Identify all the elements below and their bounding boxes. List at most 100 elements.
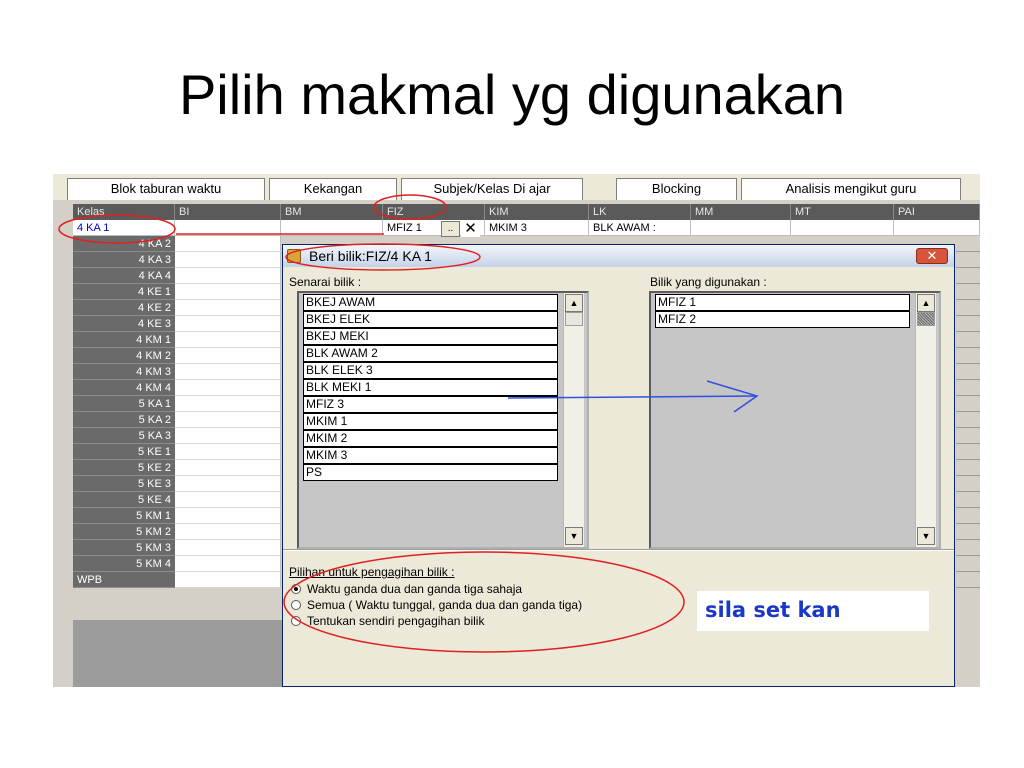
tab-blocking[interactable]: Blocking (616, 178, 737, 200)
tab-analisis-guru[interactable]: Analisis mengikut guru (741, 178, 961, 200)
kim-cell[interactable]: MKIM 3 (485, 220, 589, 236)
grid-line (956, 459, 980, 460)
row-label[interactable]: 4 KE 1 (73, 284, 175, 300)
scroll-thumb[interactable] (565, 312, 583, 326)
tab-blok-taburan-waktu[interactable]: Blok taburan waktu (67, 178, 265, 200)
row-label[interactable]: 4 KM 3 (73, 364, 175, 380)
row-label[interactable]: 5 KA 2 (73, 412, 175, 428)
row-label[interactable]: 5 KE 3 (73, 476, 175, 492)
scroll-thumb[interactable] (917, 312, 935, 326)
grid-cell[interactable] (175, 444, 281, 460)
radio-checked-icon[interactable] (291, 584, 301, 594)
row-label[interactable]: 5 KM 3 (73, 540, 175, 556)
row-label[interactable]: WPB (73, 572, 175, 588)
column-header-bm[interactable]: BM (281, 204, 383, 220)
column-header-pai[interactable]: PAI (894, 204, 980, 220)
grid-cell[interactable] (175, 252, 281, 268)
grid-cell[interactable] (175, 428, 281, 444)
row-label[interactable]: 4 KM 4 (73, 380, 175, 396)
column-header-lk[interactable]: LK (589, 204, 691, 220)
row-label[interactable]: 4 KA 2 (73, 236, 175, 252)
available-rooms-scrollbar[interactable]: ▲ ▼ (563, 293, 584, 547)
list-item[interactable]: BLK AWAM 2 (303, 345, 558, 362)
grid-cell[interactable] (175, 348, 281, 364)
grid-cell[interactable] (175, 508, 281, 524)
row-label[interactable]: 5 KM 4 (73, 556, 175, 572)
list-item[interactable]: MKIM 1 (303, 413, 558, 430)
row-label[interactable]: 4 KE 2 (73, 300, 175, 316)
row-label[interactable]: 5 KM 1 (73, 508, 175, 524)
grid-cell[interactable] (175, 268, 281, 284)
grid-cell[interactable] (175, 556, 281, 572)
grid-cell[interactable] (175, 364, 281, 380)
list-item[interactable]: BKEJ AWAM (303, 294, 558, 311)
list-item[interactable]: BKEJ MEKI (303, 328, 558, 345)
column-header-mm[interactable]: MM (691, 204, 791, 220)
list-item[interactable]: BLK ELEK 3 (303, 362, 558, 379)
row-label[interactable]: 4 KE 3 (73, 316, 175, 332)
list-item[interactable]: BKEJ ELEK (303, 311, 558, 328)
column-header-kelas[interactable]: Kelas (73, 204, 175, 220)
row-label[interactable]: 4 KA 4 (73, 268, 175, 284)
row-label[interactable]: 4 KM 2 (73, 348, 175, 364)
list-item[interactable]: MKIM 3 (303, 447, 558, 464)
option-radio-3[interactable]: Tentukan sendiri pengagihan bilik (291, 613, 484, 629)
column-header-fiz[interactable]: FIZ (383, 204, 485, 220)
row-label[interactable]: 5 KM 2 (73, 524, 175, 540)
grid-cell[interactable] (691, 220, 791, 236)
grid-cell[interactable] (175, 396, 281, 412)
list-item[interactable]: MFIZ 2 (655, 311, 910, 328)
grid-cell[interactable] (175, 284, 281, 300)
scroll-up-icon[interactable]: ▲ (565, 294, 583, 312)
grid-cell[interactable] (175, 220, 281, 236)
row-label[interactable]: 5 KA 1 (73, 396, 175, 412)
list-item[interactable]: PS (303, 464, 558, 481)
option-radio-1[interactable]: Waktu ganda dua dan ganda tiga sahaja (291, 581, 522, 597)
grid-cell[interactable] (791, 220, 894, 236)
option-radio-2[interactable]: Semua ( Waktu tunggal, ganda dua dan gan… (291, 597, 582, 613)
list-item[interactable]: MKIM 2 (303, 430, 558, 447)
close-button[interactable]: ✕ (916, 248, 948, 264)
list-item[interactable]: MFIZ 1 (655, 294, 910, 311)
grid-cell[interactable] (175, 412, 281, 428)
available-rooms-list[interactable]: BKEJ AWAM BKEJ ELEK BKEJ MEKI BLK AWAM 2 BLK… (297, 291, 589, 549)
used-rooms-list[interactable]: MFIZ 1 MFIZ 2 ▲ ▼ (649, 291, 941, 549)
column-header-mt[interactable]: MT (791, 204, 894, 220)
column-header-bi[interactable]: BI (175, 204, 281, 220)
row-label[interactable]: 5 KE 2 (73, 460, 175, 476)
scroll-down-icon[interactable]: ▼ (917, 527, 935, 545)
lk-cell[interactable]: BLK AWAM : (589, 220, 691, 236)
grid-cell[interactable] (175, 332, 281, 348)
row-label-selected[interactable]: 4 KA 1 (73, 220, 175, 236)
column-header-kim[interactable]: KIM (485, 204, 589, 220)
grid-cell[interactable] (175, 300, 281, 316)
radio-unchecked-icon[interactable] (291, 616, 301, 626)
grid-cell[interactable] (175, 540, 281, 556)
scroll-down-icon[interactable]: ▼ (565, 527, 583, 545)
grid-cell[interactable] (175, 316, 281, 332)
grid-cell[interactable] (894, 220, 980, 236)
list-item[interactable]: MFIZ 3 (303, 396, 558, 413)
list-item[interactable]: BLK MEKI 1 (303, 379, 558, 396)
grid-cell[interactable] (175, 492, 281, 508)
grid-cell[interactable] (175, 236, 281, 252)
row-label[interactable]: 5 KA 3 (73, 428, 175, 444)
row-label[interactable]: 4 KM 1 (73, 332, 175, 348)
scroll-up-icon[interactable]: ▲ (917, 294, 935, 312)
grid-cell[interactable] (175, 380, 281, 396)
grid-cell[interactable] (175, 476, 281, 492)
delete-room-button[interactable]: ✕ (461, 221, 480, 237)
used-rooms-scrollbar[interactable]: ▲ ▼ (915, 293, 936, 547)
tab-kekangan[interactable]: Kekangan (269, 178, 397, 200)
grid-cell[interactable] (281, 220, 383, 236)
grid-cell[interactable] (175, 524, 281, 540)
radio-unchecked-icon[interactable] (291, 600, 301, 610)
dialog-titlebar[interactable]: Beri bilik:FIZ/4 KA 1 ✕ (283, 245, 954, 267)
pick-room-button[interactable]: .. (441, 221, 460, 237)
row-label[interactable]: 4 KA 3 (73, 252, 175, 268)
row-label[interactable]: 5 KE 4 (73, 492, 175, 508)
grid-cell[interactable] (175, 460, 281, 476)
tab-subjek-kelas[interactable]: Subjek/Kelas Di ajar (401, 178, 583, 200)
grid-cell[interactable] (175, 572, 281, 588)
row-label[interactable]: 5 KE 1 (73, 444, 175, 460)
